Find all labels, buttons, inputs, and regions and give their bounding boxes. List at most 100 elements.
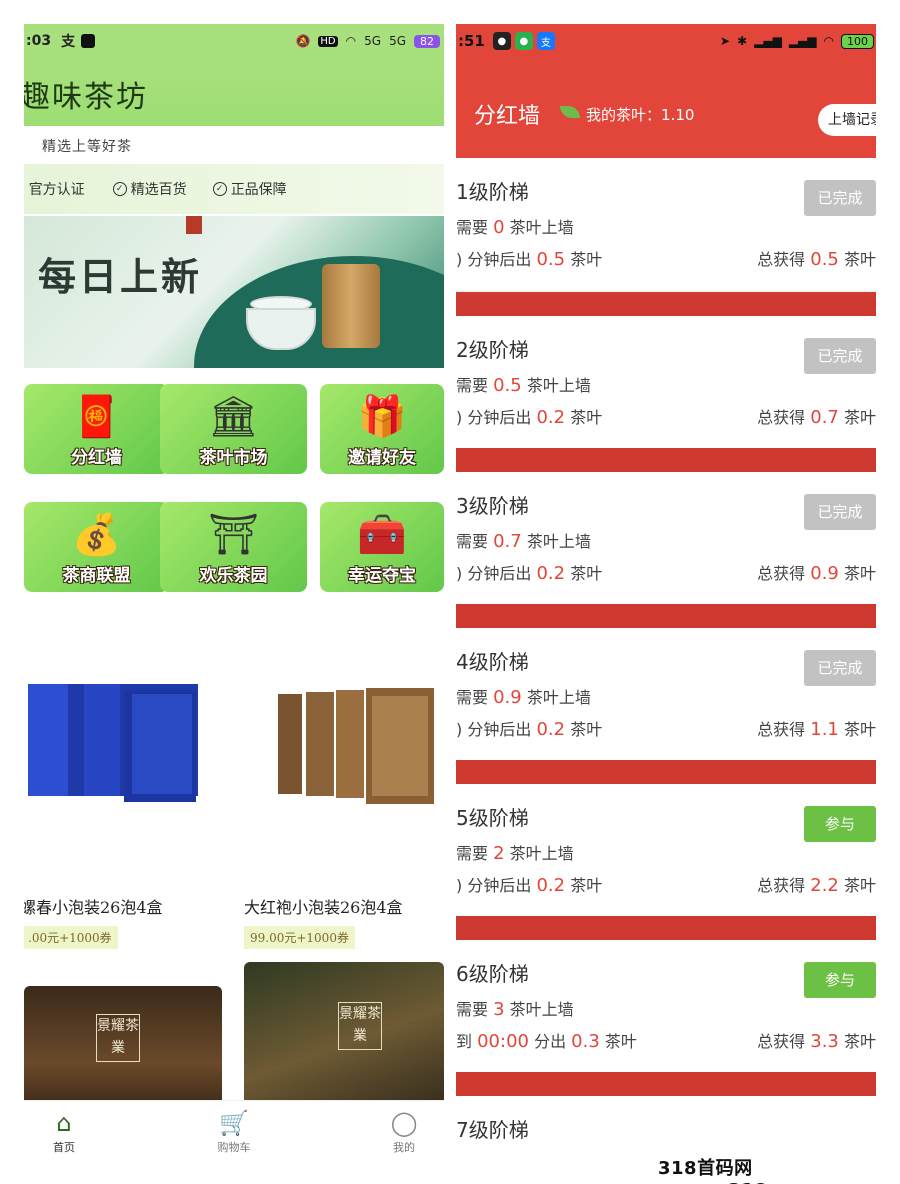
need-suffix: 茶叶上墙 — [526, 376, 591, 395]
app-title: 趣味茶坊 — [24, 80, 148, 115]
total-label: 总获得 — [757, 1032, 806, 1051]
alipay-icon: 支 — [61, 34, 76, 50]
rate-suffix: 茶叶 — [570, 250, 603, 269]
tier-level: 1级阶梯 — [456, 180, 529, 204]
money-bag-icon: 💰 — [71, 512, 122, 558]
total-label: 总获得 — [757, 250, 806, 269]
need-prefix: 需要 — [456, 844, 489, 863]
grid-item-merchant-alliance[interactable]: 💰 茶商联盟 — [24, 502, 169, 592]
rate-mid: 分钟后出 — [467, 408, 532, 427]
tier-rate: ) 分钟后出 0.2 茶叶 — [456, 716, 602, 740]
dividend-wall-screen: :51 ● ● 支 ➤ ✱ ▂▄▆ ▂▄▆ ◠ 100 分红墙 我的茶叶：1.1… — [456, 24, 876, 1160]
product-price: 99.00元+1000券 — [244, 926, 355, 949]
signal-icon-2: ▂▄▆ — [788, 34, 817, 48]
rate-prefix: ) — [456, 564, 463, 583]
tier-rate: ) 分钟后出 0.2 茶叶 — [456, 404, 602, 428]
need-value: 3 — [493, 999, 505, 1020]
wifi-icon: ◠ — [345, 34, 357, 48]
need-value: 2 — [493, 843, 505, 864]
rate-suffix: 茶叶 — [604, 1032, 637, 1051]
wifi-icon: ◠ — [823, 34, 834, 48]
tier-rate: ) 分钟后出 0.5 茶叶 — [456, 246, 602, 270]
need-prefix: 需要 — [456, 376, 489, 395]
tier-join-button[interactable]: 参与 — [804, 962, 876, 998]
tier-level: 2级阶梯 — [456, 338, 529, 362]
tab-profile[interactable]: ◯ 我的 — [364, 1109, 444, 1155]
need-suffix: 茶叶上墙 — [509, 844, 574, 863]
tea-jar-icon — [322, 264, 380, 348]
tier-completed-button[interactable]: 已完成 — [804, 180, 876, 216]
trust-label: 官方认证 — [28, 182, 85, 198]
status-bar: :03 支 🔕 HD ◠ 5G 5G 82 — [24, 24, 444, 58]
tier-level: 7级阶梯 — [456, 1118, 529, 1142]
total-value: 0.7 — [810, 407, 839, 428]
app-header: 趣味茶坊 — [24, 58, 444, 126]
tier-card: 7级阶梯 — [456, 1096, 876, 1160]
wall-record-button[interactable]: 上墙记录 — [818, 104, 876, 136]
trust-item-genuine: ✓ 正品保障 — [212, 179, 287, 199]
grid-item-tea-market[interactable]: 🏛 茶叶市场 — [160, 384, 307, 474]
grid-item-dividend-wall[interactable]: 🧧 分红墙 — [24, 384, 169, 474]
mute-icon: 🔕 — [295, 34, 311, 48]
grid-label: 欢乐茶园 — [199, 566, 268, 586]
tier-completed-button[interactable]: 已完成 — [804, 650, 876, 686]
tab-label: 购物车 — [217, 1141, 251, 1154]
need-value: 0.7 — [493, 531, 522, 552]
brand-seal: 景耀茶業 — [96, 1014, 140, 1062]
site-watermark: 318首码网 www.e318.com — [654, 1154, 900, 1184]
trust-label: 正品保障 — [230, 182, 287, 198]
tier-requirement: 需要 2 茶叶上墙 — [456, 840, 574, 864]
qq-icon: ● — [492, 32, 511, 50]
tier-divider — [456, 604, 876, 628]
need-prefix: 需要 — [456, 1000, 489, 1019]
need-value: 0.5 — [493, 375, 522, 396]
signal-icon: ▂▄▆ — [754, 34, 782, 48]
need-prefix: 需要 — [456, 532, 489, 551]
trust-badges: ) 官方认证 ✓ 精选百货 ✓ 正品保障 — [24, 164, 444, 214]
tier-completed-button[interactable]: 已完成 — [804, 338, 876, 374]
need-value: 0 — [493, 217, 505, 238]
total-suffix: 茶叶 — [843, 876, 876, 895]
red-envelope-icon: 🧧 — [71, 394, 122, 440]
check-circle-icon: ✓ — [212, 182, 227, 196]
rate-prefix: ) — [456, 250, 463, 269]
need-value: 0.9 — [493, 687, 522, 708]
grid-item-invite-friends[interactable]: 🎁 邀请好友 — [320, 384, 444, 474]
tier-total: 总获得 0.9 茶叶 — [757, 560, 876, 584]
status-bar: :51 ● ● 支 ➤ ✱ ▂▄▆ ▂▄▆ ◠ 100 — [456, 24, 876, 58]
product-name: 大红袍小泡装26泡4盒 — [244, 898, 403, 917]
need-suffix: 茶叶上墙 — [509, 218, 574, 237]
total-label: 总获得 — [757, 408, 806, 427]
product-name: 螺春小泡装26泡4盒 — [24, 898, 163, 917]
tab-cart[interactable]: 🛒 购物车 — [194, 1109, 274, 1155]
grid-item-lucky-draw[interactable]: 🧰 幸运夺宝 — [320, 502, 444, 592]
tier-total: 总获得 0.7 茶叶 — [757, 404, 876, 428]
trust-label: 精选百货 — [130, 182, 187, 198]
rate-mid: 分钟后出 — [467, 720, 532, 739]
tier-total: 总获得 3.3 茶叶 — [757, 1028, 876, 1052]
total-value: 0.5 — [810, 249, 839, 270]
tier-join-button[interactable]: 参与 — [804, 806, 876, 842]
tier-completed-button[interactable]: 已完成 — [804, 494, 876, 530]
product-image — [278, 688, 434, 804]
need-suffix: 茶叶上墙 — [526, 532, 591, 551]
rate-suffix: 茶叶 — [570, 876, 603, 895]
tier-divider — [456, 448, 876, 472]
grid-label: 茶叶市场 — [199, 448, 268, 468]
need-suffix: 茶叶上墙 — [526, 688, 591, 707]
tier-card: 4级阶梯 需要 0.9 茶叶上墙 ) 分钟后出 0.2 茶叶 总获得 1.1 茶… — [456, 628, 876, 760]
tab-home[interactable]: ⌂ 首页 — [24, 1109, 104, 1155]
trust-item-official: ) 官方认证 — [24, 179, 85, 199]
grid-item-happy-tea-garden[interactable]: ⛩ 欢乐茶园 — [160, 502, 307, 592]
promo-banner[interactable]: 每日上新 — [24, 216, 444, 368]
need-prefix: 需要 — [456, 218, 489, 237]
brand-seal: 景耀茶業 — [338, 1002, 382, 1050]
my-leaves-value: 1.10 — [661, 106, 695, 124]
status-time: :51 — [458, 32, 485, 50]
tier-card: 2级阶梯 需要 0.5 茶叶上墙 ) 分钟后出 0.2 茶叶 总获得 0.7 茶… — [456, 316, 876, 448]
product-image — [28, 684, 198, 802]
notification-apps: ● ● 支 — [492, 32, 555, 50]
hd-badge: HD — [318, 35, 338, 47]
total-suffix: 茶叶 — [843, 720, 876, 739]
tier-divider — [456, 1072, 876, 1096]
